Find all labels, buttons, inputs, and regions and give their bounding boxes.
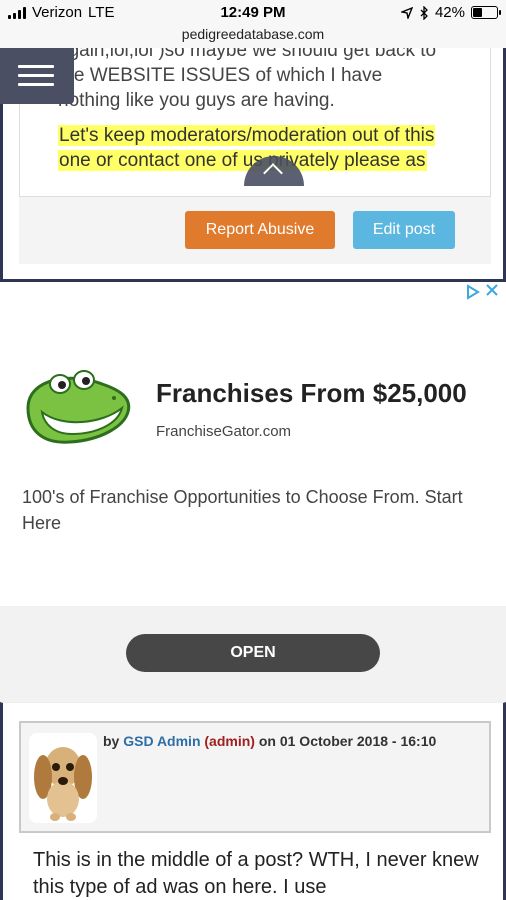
post-date: 01 October 2018 - 16:10	[279, 733, 437, 749]
ad-choices-icon[interactable]	[466, 284, 480, 300]
post-card: again,lol,lol )so maybe we should get ba…	[0, 48, 506, 282]
highlighted-line: Let's keep moderators/moderation out of …	[58, 125, 436, 146]
highlighted-line: one or contact one of us privately pleas…	[58, 150, 427, 171]
avatar[interactable]	[29, 733, 97, 823]
advertisement[interactable]: Franchises From $25,000 FranchiseGator.c…	[0, 282, 506, 702]
menu-button[interactable]	[0, 48, 74, 104]
post-line: nothing like you guys are having.	[58, 90, 335, 111]
status-bar: Verizon LTE 12:49 PM 42%	[0, 0, 506, 24]
chevron-up-icon	[263, 163, 283, 183]
location-icon	[400, 6, 413, 19]
close-icon[interactable]	[486, 284, 498, 296]
post-body: This is in the middle of a post? WTH, I …	[33, 849, 479, 898]
post-header: by GSD Admin (admin) on 01 October 2018 …	[19, 721, 491, 833]
author-role: (admin)	[204, 733, 255, 749]
franchisegator-logo[interactable]	[22, 368, 134, 448]
on-label: on	[258, 733, 276, 749]
battery-percent: 42%	[434, 4, 465, 21]
ad-domain[interactable]: FranchiseGator.com	[156, 423, 291, 440]
post-actions: Report Abusive Edit post	[19, 196, 491, 264]
battery-fill	[473, 8, 483, 17]
address-bar[interactable]: pedigreedatabase.com	[0, 24, 506, 48]
edit-post-button[interactable]: Edit post	[353, 211, 455, 249]
bluetooth-icon	[420, 5, 428, 20]
ad-choices[interactable]	[466, 284, 498, 300]
post-card: by GSD Admin (admin) on 01 October 2018 …	[0, 702, 506, 900]
author-link[interactable]: GSD Admin	[123, 733, 200, 749]
post-content: again,lol,lol )so maybe we should get ba…	[19, 48, 491, 198]
page: Verizon LTE 12:49 PM 42% pedigreedatabas…	[0, 0, 506, 900]
ad-headline[interactable]: Franchises From $25,000	[156, 378, 467, 409]
post-text: again,lol,lol )so maybe we should get ba…	[58, 48, 478, 113]
ad-open-button[interactable]: OPEN	[126, 634, 380, 672]
ad-cta-area: OPEN	[0, 606, 506, 702]
status-right: 42%	[400, 4, 501, 21]
post-line: again,lol,lol )so maybe we should get ba…	[58, 48, 437, 61]
report-abusive-button[interactable]: Report Abusive	[185, 211, 335, 249]
ad-description[interactable]: 100's of Franchise Opportunities to Choo…	[22, 484, 482, 536]
battery-icon	[471, 6, 501, 19]
by-label: by	[103, 733, 120, 749]
post-byline: by GSD Admin (admin) on 01 October 2018 …	[103, 733, 436, 749]
post-line: the WEBSITE ISSUES of which I have	[58, 65, 383, 86]
